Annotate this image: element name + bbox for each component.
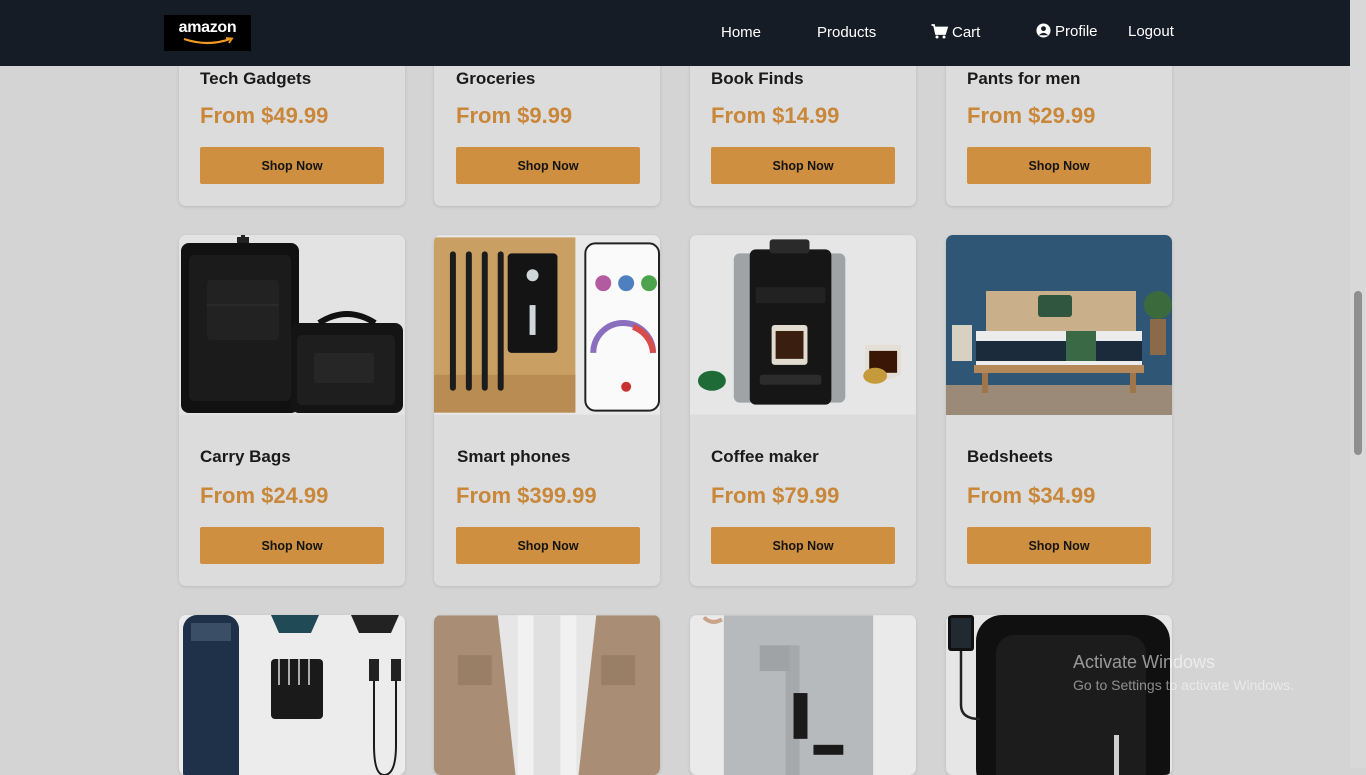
- card-title: Groceries: [456, 69, 536, 88]
- card-price: From $9.99: [456, 103, 573, 128]
- card-title: Book Finds: [711, 69, 804, 88]
- product-card: Coffee maker From $79.99 Shop Now: [690, 235, 916, 586]
- shop-now-button[interactable]: Shop Now: [711, 147, 895, 184]
- top-navbar: amazon Home Products Cart Profile Logout: [0, 0, 1350, 66]
- nav-cart-link[interactable]: Cart: [931, 0, 980, 66]
- card-price: From $49.99: [200, 103, 329, 128]
- shop-now-button[interactable]: Shop Now: [456, 147, 640, 184]
- nav-logout-link[interactable]: Logout: [1128, 0, 1174, 65]
- shop-now-button[interactable]: Shop Now: [200, 147, 384, 184]
- shop-now-button[interactable]: Shop Now: [967, 527, 1151, 564]
- product-card: [434, 615, 660, 775]
- card-price: From $34.99: [967, 483, 1096, 508]
- nav-profile-link[interactable]: Profile: [1036, 0, 1098, 65]
- nav-home-link[interactable]: Home: [721, 0, 761, 66]
- cart-label: Cart: [952, 24, 981, 41]
- product-card: Smart phones From $399.99 Shop Now: [434, 235, 660, 586]
- backpack-image[interactable]: [946, 615, 1172, 775]
- bed-mattress-image[interactable]: [946, 235, 1172, 415]
- luggage-set-image[interactable]: [179, 235, 405, 415]
- product-card: Carry Bags From $24.99 Shop Now: [179, 235, 405, 586]
- activate-windows-title: Activate Windows: [1073, 652, 1216, 672]
- shop-now-button[interactable]: Shop Now: [967, 147, 1151, 184]
- card-price: From $29.99: [967, 103, 1096, 128]
- user-circle-icon: [1036, 23, 1051, 38]
- cargo-pants-image[interactable]: [690, 615, 916, 775]
- card-title: Coffee maker: [711, 447, 819, 466]
- product-card: [946, 615, 1172, 775]
- espresso-machine-image[interactable]: [690, 235, 916, 415]
- smile-arrow-icon: [183, 37, 234, 45]
- product-card: [179, 615, 405, 775]
- scrollbar-thumb[interactable]: [1354, 291, 1362, 455]
- card-price: From $399.99: [456, 483, 597, 508]
- shop-now-button[interactable]: Shop Now: [711, 527, 895, 564]
- card-title: Carry Bags: [200, 447, 291, 466]
- shop-now-button[interactable]: Shop Now: [200, 527, 384, 564]
- card-price: From $14.99: [711, 103, 840, 128]
- card-title: Smart phones: [457, 447, 571, 466]
- hair-trimmer-kit-image[interactable]: [179, 615, 405, 775]
- card-title: Bedsheets: [967, 447, 1053, 466]
- card-price: From $79.99: [711, 483, 840, 508]
- cart-icon: [931, 24, 949, 39]
- nav-products-link[interactable]: Products: [817, 0, 876, 66]
- page-scrollbar[interactable]: [1350, 0, 1366, 768]
- product-card: Bedsheets From $34.99 Shop Now: [946, 235, 1172, 586]
- activate-windows-subtitle: Go to Settings to activate Windows.: [1073, 677, 1294, 693]
- profile-label: Profile: [1055, 23, 1098, 40]
- logo-text: amazon: [178, 19, 237, 36]
- meat-thermometer-app-image[interactable]: [434, 235, 660, 415]
- amazon-logo[interactable]: amazon: [164, 15, 251, 51]
- product-card: [690, 615, 916, 775]
- card-price: From $24.99: [200, 483, 329, 508]
- men-shirt-image[interactable]: [434, 615, 660, 775]
- shop-now-button[interactable]: Shop Now: [456, 527, 640, 564]
- card-title: Pants for men: [967, 69, 1081, 88]
- card-title: Tech Gadgets: [200, 69, 312, 88]
